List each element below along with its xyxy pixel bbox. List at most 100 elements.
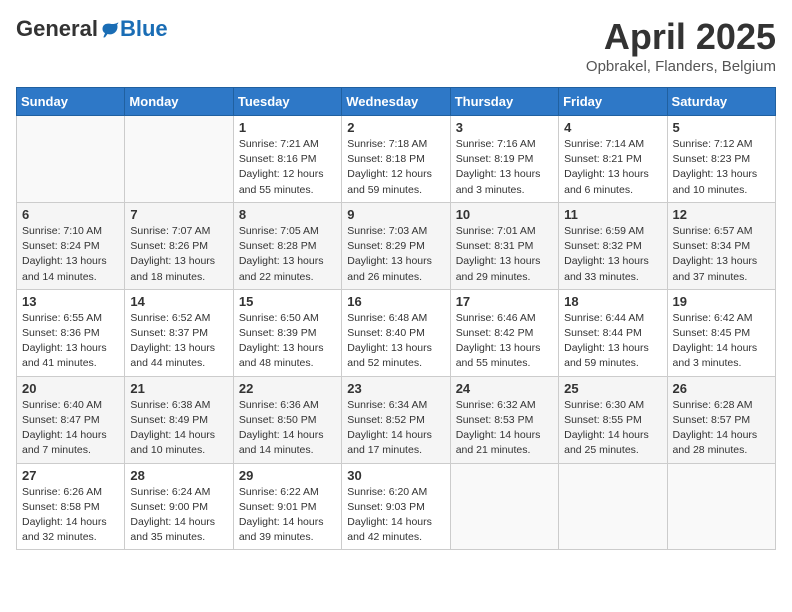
- day-number: 3: [456, 120, 553, 135]
- day-info: Sunrise: 6:55 AM Sunset: 8:36 PM Dayligh…: [22, 311, 119, 372]
- day-info: Sunrise: 6:40 AM Sunset: 8:47 PM Dayligh…: [22, 398, 119, 459]
- day-info: Sunrise: 6:59 AM Sunset: 8:32 PM Dayligh…: [564, 224, 661, 285]
- day-info: Sunrise: 7:18 AM Sunset: 8:18 PM Dayligh…: [347, 137, 444, 198]
- calendar-cell: 14 Sunrise: 6:52 AM Sunset: 8:37 PM Dayli…: [125, 289, 233, 376]
- calendar-cell: 6 Sunrise: 7:10 AM Sunset: 8:24 PM Daylig…: [17, 202, 125, 289]
- calendar-cell: 20 Sunrise: 6:40 AM Sunset: 8:47 PM Dayli…: [17, 376, 125, 463]
- day-info: Sunrise: 7:05 AM Sunset: 8:28 PM Dayligh…: [239, 224, 336, 285]
- day-number: 11: [564, 207, 661, 222]
- calendar-cell: 16Sunrise: 6:48 AM Sunset: 8:40 PM Dayli…: [342, 289, 450, 376]
- day-info: Sunrise: 6:57 AM Sunset: 8:34 PM Dayligh…: [673, 224, 770, 285]
- logo-bird-icon: [100, 19, 120, 39]
- calendar-cell: 1 Sunrise: 7:21 AM Sunset: 8:16 PM Daylig…: [233, 116, 341, 203]
- day-info: Sunrise: 6:48 AM Sunset: 8:40 PM Dayligh…: [347, 311, 444, 372]
- calendar-cell: 25 Sunrise: 6:30 AM Sunset: 8:55 PM Dayli…: [559, 376, 667, 463]
- weekday-header-thursday: Thursday: [450, 88, 558, 116]
- calendar-cell: 24 Sunrise: 6:32 AM Sunset: 8:53 PM Dayli…: [450, 376, 558, 463]
- week-row-2: 6 Sunrise: 7:10 AM Sunset: 8:24 PM Daylig…: [17, 202, 776, 289]
- calendar-cell: 29Sunrise: 6:22 AM Sunset: 9:01 PM Dayli…: [233, 463, 341, 550]
- calendar-cell: 23 Sunrise: 6:34 AM Sunset: 8:52 PM Dayli…: [342, 376, 450, 463]
- calendar-cell: [17, 116, 125, 203]
- week-row-5: 27 Sunrise: 6:26 AM Sunset: 8:58 PM Dayli…: [17, 463, 776, 550]
- day-info: Sunrise: 6:30 AM Sunset: 8:55 PM Dayligh…: [564, 398, 661, 459]
- logo: General Blue: [16, 16, 168, 42]
- day-info: Sunrise: 7:16 AM Sunset: 8:19 PM Dayligh…: [456, 137, 553, 198]
- day-number: 18: [564, 294, 661, 309]
- day-info: Sunrise: 6:36 AM Sunset: 8:50 PM Dayligh…: [239, 398, 336, 459]
- day-info: Sunrise: 6:52 AM Sunset: 8:37 PM Dayligh…: [130, 311, 227, 372]
- day-info: Sunrise: 7:14 AM Sunset: 8:21 PM Dayligh…: [564, 137, 661, 198]
- calendar-cell: 10 Sunrise: 7:01 AM Sunset: 8:31 PM Dayli…: [450, 202, 558, 289]
- day-info: Sunrise: 6:20 AM Sunset: 9:03 PM Dayligh…: [347, 485, 444, 546]
- day-info: Sunrise: 6:50 AM Sunset: 8:39 PM Dayligh…: [239, 311, 336, 372]
- calendar-cell: [667, 463, 775, 550]
- day-info: Sunrise: 7:01 AM Sunset: 8:31 PM Dayligh…: [456, 224, 553, 285]
- calendar-cell: 9 Sunrise: 7:03 AM Sunset: 8:29 PM Daylig…: [342, 202, 450, 289]
- location-text: Opbrakel, Flanders, Belgium: [586, 58, 776, 75]
- page-header: General Blue April 2025 Opbrakel, Flande…: [16, 16, 776, 75]
- day-number: 5: [673, 120, 770, 135]
- title-block: April 2025 Opbrakel, Flanders, Belgium: [586, 16, 776, 75]
- weekday-header-wednesday: Wednesday: [342, 88, 450, 116]
- day-info: Sunrise: 6:24 AM Sunset: 9:00 PM Dayligh…: [130, 485, 227, 546]
- day-number: 28: [130, 468, 227, 483]
- day-number: 4: [564, 120, 661, 135]
- day-info: Sunrise: 7:03 AM Sunset: 8:29 PM Dayligh…: [347, 224, 444, 285]
- calendar-cell: 11 Sunrise: 6:59 AM Sunset: 8:32 PM Dayli…: [559, 202, 667, 289]
- day-info: Sunrise: 6:28 AM Sunset: 8:57 PM Dayligh…: [673, 398, 770, 459]
- day-info: Sunrise: 6:22 AM Sunset: 9:01 PM Dayligh…: [239, 485, 336, 546]
- day-number: 24: [456, 381, 553, 396]
- month-title: April 2025: [586, 16, 776, 58]
- day-number: 25: [564, 381, 661, 396]
- day-number: 13: [22, 294, 119, 309]
- day-number: 20: [22, 381, 119, 396]
- day-number: 2: [347, 120, 444, 135]
- logo-general-text: General: [16, 16, 98, 42]
- calendar-cell: 26 Sunrise: 6:28 AM Sunset: 8:57 PM Dayli…: [667, 376, 775, 463]
- calendar-cell: 5Sunrise: 7:12 AM Sunset: 8:23 PM Daylig…: [667, 116, 775, 203]
- day-info: Sunrise: 7:07 AM Sunset: 8:26 PM Dayligh…: [130, 224, 227, 285]
- day-number: 17: [456, 294, 553, 309]
- day-number: 9: [347, 207, 444, 222]
- calendar-cell: 27 Sunrise: 6:26 AM Sunset: 8:58 PM Dayli…: [17, 463, 125, 550]
- day-info: Sunrise: 6:44 AM Sunset: 8:44 PM Dayligh…: [564, 311, 661, 372]
- day-number: 23: [347, 381, 444, 396]
- day-number: 10: [456, 207, 553, 222]
- day-number: 30: [347, 468, 444, 483]
- calendar-table: SundayMondayTuesdayWednesdayThursdayFrid…: [16, 87, 776, 550]
- calendar-cell: 8 Sunrise: 7:05 AM Sunset: 8:28 PM Daylig…: [233, 202, 341, 289]
- weekday-header-row: SundayMondayTuesdayWednesdayThursdayFrid…: [17, 88, 776, 116]
- week-row-4: 20 Sunrise: 6:40 AM Sunset: 8:47 PM Dayli…: [17, 376, 776, 463]
- calendar-cell: [450, 463, 558, 550]
- day-info: Sunrise: 6:34 AM Sunset: 8:52 PM Dayligh…: [347, 398, 444, 459]
- day-number: 1: [239, 120, 336, 135]
- day-number: 27: [22, 468, 119, 483]
- day-info: Sunrise: 6:42 AM Sunset: 8:45 PM Dayligh…: [673, 311, 770, 372]
- calendar-cell: 7 Sunrise: 7:07 AM Sunset: 8:26 PM Daylig…: [125, 202, 233, 289]
- calendar-cell: 30 Sunrise: 6:20 AM Sunset: 9:03 PM Dayli…: [342, 463, 450, 550]
- calendar-cell: [559, 463, 667, 550]
- day-number: 21: [130, 381, 227, 396]
- weekday-header-saturday: Saturday: [667, 88, 775, 116]
- calendar-cell: 12Sunrise: 6:57 AM Sunset: 8:34 PM Dayli…: [667, 202, 775, 289]
- day-number: 19: [673, 294, 770, 309]
- calendar-cell: 28 Sunrise: 6:24 AM Sunset: 9:00 PM Dayli…: [125, 463, 233, 550]
- calendar-cell: 19 Sunrise: 6:42 AM Sunset: 8:45 PM Dayli…: [667, 289, 775, 376]
- calendar-cell: 3 Sunrise: 7:16 AM Sunset: 8:19 PM Daylig…: [450, 116, 558, 203]
- day-number: 8: [239, 207, 336, 222]
- weekday-header-friday: Friday: [559, 88, 667, 116]
- day-info: Sunrise: 6:32 AM Sunset: 8:53 PM Dayligh…: [456, 398, 553, 459]
- calendar-cell: 13 Sunrise: 6:55 AM Sunset: 8:36 PM Dayli…: [17, 289, 125, 376]
- day-number: 26: [673, 381, 770, 396]
- day-number: 14: [130, 294, 227, 309]
- day-info: Sunrise: 7:10 AM Sunset: 8:24 PM Dayligh…: [22, 224, 119, 285]
- day-number: 22: [239, 381, 336, 396]
- day-info: Sunrise: 7:21 AM Sunset: 8:16 PM Dayligh…: [239, 137, 336, 198]
- day-number: 7: [130, 207, 227, 222]
- calendar-cell: 22 Sunrise: 6:36 AM Sunset: 8:50 PM Dayli…: [233, 376, 341, 463]
- week-row-1: 1 Sunrise: 7:21 AM Sunset: 8:16 PM Daylig…: [17, 116, 776, 203]
- day-info: Sunrise: 6:38 AM Sunset: 8:49 PM Dayligh…: [130, 398, 227, 459]
- day-info: Sunrise: 6:46 AM Sunset: 8:42 PM Dayligh…: [456, 311, 553, 372]
- day-info: Sunrise: 6:26 AM Sunset: 8:58 PM Dayligh…: [22, 485, 119, 546]
- day-number: 6: [22, 207, 119, 222]
